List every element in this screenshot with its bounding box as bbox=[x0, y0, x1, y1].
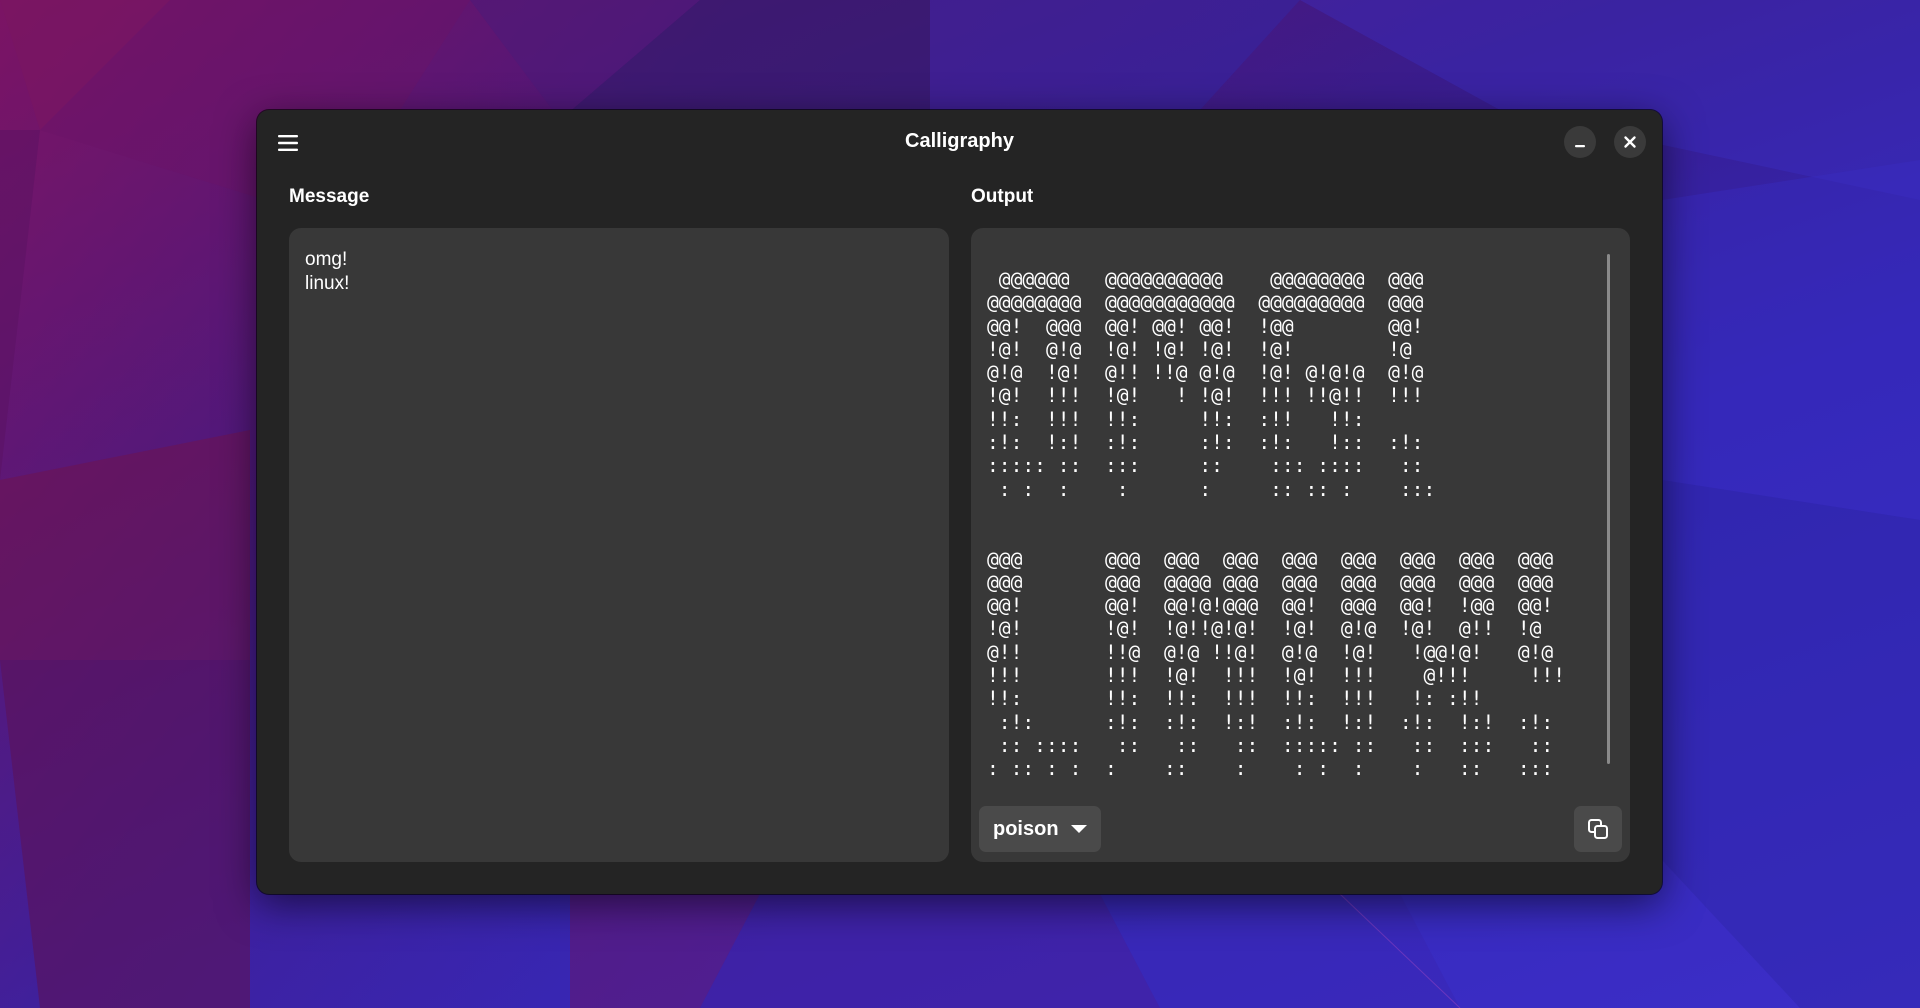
caret-down-icon bbox=[1070, 825, 1087, 833]
titlebar: Calligraphy bbox=[257, 110, 1662, 174]
output-panel: @@@@@@ @@@@@@@@@@ @@@@@@@@ @@@ @@@@@@@@ … bbox=[971, 228, 1630, 862]
message-input[interactable]: omg! linux! bbox=[305, 248, 933, 846]
minimize-icon bbox=[1575, 145, 1585, 148]
close-icon bbox=[1624, 136, 1636, 148]
output-scrollbar[interactable] bbox=[1607, 254, 1610, 764]
copy-icon bbox=[1588, 819, 1608, 839]
font-dropdown[interactable]: poison bbox=[979, 806, 1101, 852]
ascii-output: @@@@@@ @@@@@@@@@@ @@@@@@@@ @@@ @@@@@@@@ … bbox=[987, 268, 1566, 781]
message-label: Message bbox=[289, 186, 370, 207]
copy-button[interactable] bbox=[1574, 806, 1622, 852]
output-label: Output bbox=[971, 186, 1034, 207]
message-panel: omg! linux! bbox=[289, 228, 949, 862]
font-dropdown-value: poison bbox=[993, 817, 1059, 840]
close-button[interactable] bbox=[1614, 126, 1646, 158]
window-title: Calligraphy bbox=[905, 130, 1014, 152]
minimize-button[interactable] bbox=[1564, 126, 1596, 158]
calligraphy-window: Calligraphy Message Output omg! linux! @… bbox=[257, 110, 1662, 894]
